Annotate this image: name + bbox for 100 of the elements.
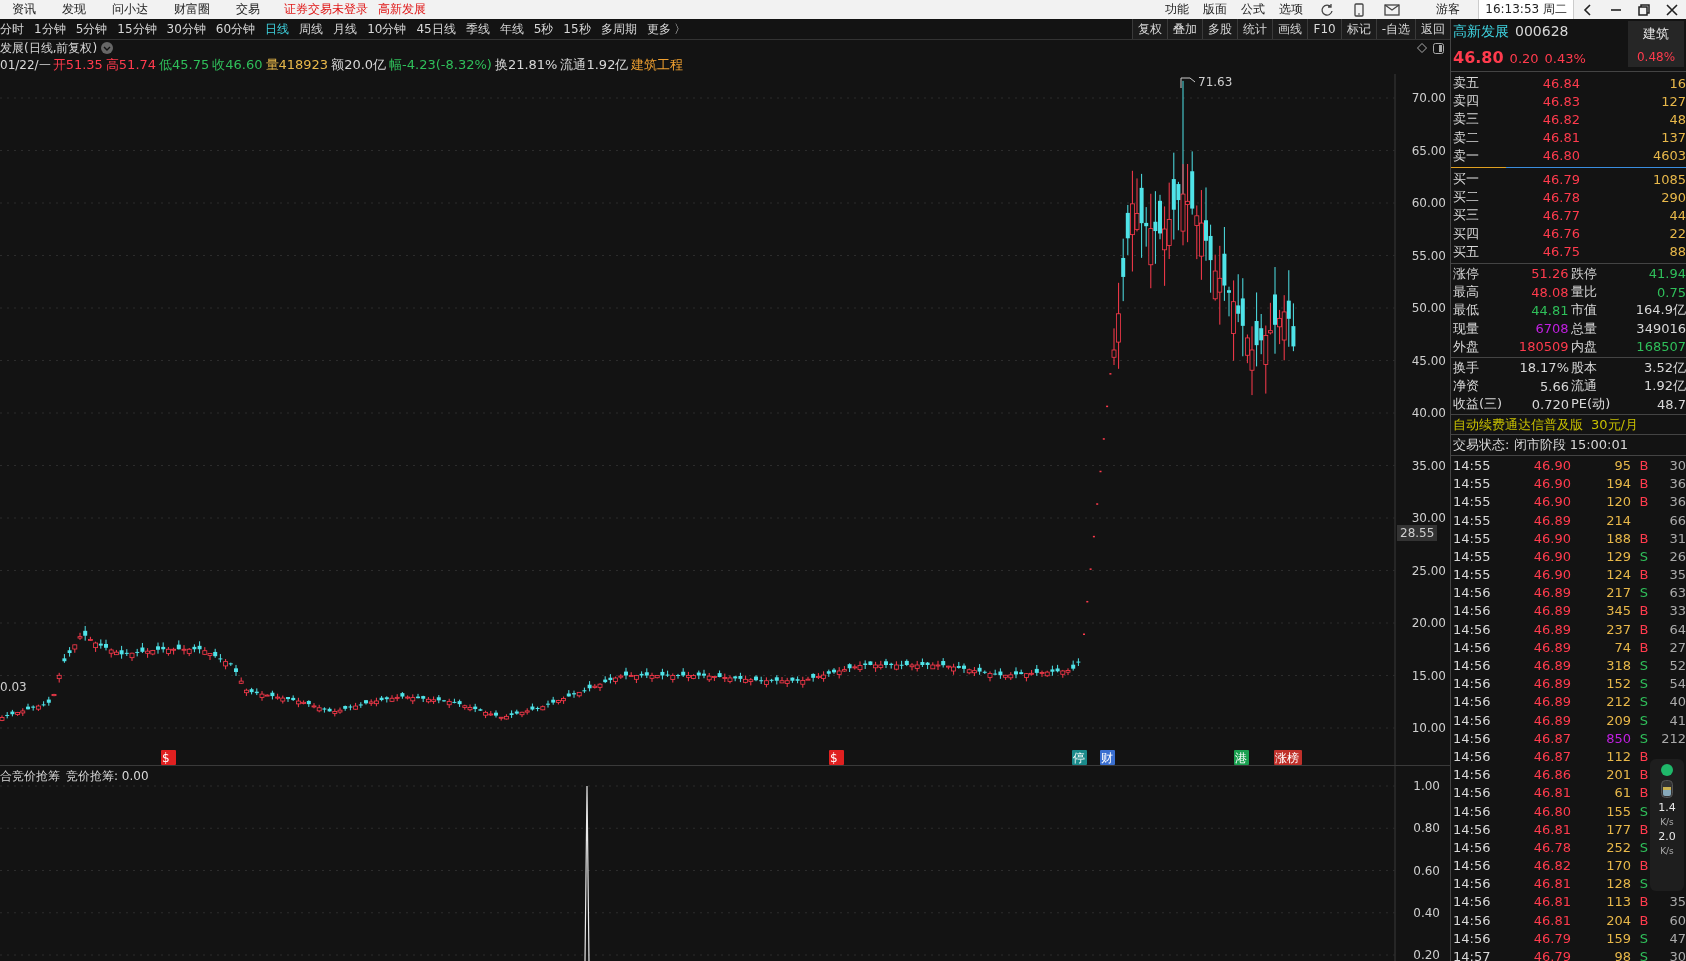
- period-tab[interactable]: 15分钟: [117, 20, 157, 38]
- menu-item[interactable]: 财富圈: [174, 1, 210, 18]
- menu-item[interactable]: 功能: [1165, 1, 1190, 18]
- period-tab[interactable]: 5分钟: [75, 20, 108, 38]
- stat-label: 总量: [1569, 319, 1597, 338]
- diamond-icon[interactable]: [1417, 43, 1427, 53]
- period-tab[interactable]: 分时: [0, 20, 24, 38]
- trade-time: 14:56: [1452, 912, 1492, 928]
- menu-item[interactable]: 发现: [62, 1, 86, 18]
- back-icon[interactable]: [1582, 2, 1594, 17]
- order-level: 买五: [1452, 242, 1480, 261]
- menu-item[interactable]: 交易: [236, 1, 260, 18]
- event-marker[interactable]: $: [829, 750, 844, 765]
- stat-value: 48.08: [1530, 284, 1569, 300]
- toolbar-button[interactable]: 复权: [1132, 19, 1168, 39]
- trade-side: S: [1638, 712, 1650, 728]
- trade-price: 46.90: [1532, 567, 1571, 583]
- toolbar-button[interactable]: 返回: [1415, 19, 1450, 39]
- trade-price: 46.81: [1532, 894, 1571, 910]
- period-tab[interactable]: 周线: [299, 20, 324, 38]
- trade-price: 46.80: [1532, 803, 1571, 819]
- close-icon[interactable]: [1666, 2, 1678, 17]
- trade-time: 14:56: [1452, 930, 1492, 946]
- trade-side: B: [1638, 912, 1650, 928]
- order-level: 买四: [1452, 224, 1480, 243]
- trade-volume: 850: [1605, 730, 1631, 746]
- user-name[interactable]: 游客: [1436, 1, 1461, 18]
- trade-side: S: [1638, 803, 1650, 819]
- trade-time: 14:56: [1452, 621, 1492, 637]
- mail-icon[interactable]: [1384, 3, 1401, 16]
- menu-item[interactable]: 资讯: [12, 1, 36, 18]
- axis-label: 1.00: [1413, 779, 1440, 793]
- event-marker[interactable]: $: [161, 750, 176, 765]
- sector-card[interactable]: 建筑 0.48%: [1628, 21, 1684, 67]
- period-tab[interactable]: 年线: [499, 20, 524, 38]
- stat-value: 164.9亿: [1634, 301, 1686, 320]
- trade-side: B: [1638, 494, 1650, 510]
- panel-toggle-icon[interactable]: [1433, 42, 1444, 54]
- stock-link[interactable]: 高新发展: [378, 1, 426, 18]
- trade-count: 30: [1668, 457, 1686, 473]
- period-tab[interactable]: 月线: [333, 20, 358, 38]
- refresh-icon[interactable]: [1320, 2, 1335, 17]
- trade-price: 46.90: [1532, 476, 1571, 492]
- toolbar-button[interactable]: 多股: [1202, 19, 1238, 39]
- axis-label: 70.00: [1411, 91, 1446, 105]
- order-price: 46.76: [1541, 226, 1580, 242]
- restore-icon[interactable]: [1638, 2, 1650, 17]
- trade-volume: 177: [1605, 821, 1631, 837]
- menu-item[interactable]: 选项: [1279, 1, 1304, 18]
- menu-item[interactable]: 版面: [1203, 1, 1228, 18]
- toolbar-button[interactable]: 标记: [1340, 19, 1376, 39]
- event-marker[interactable]: 涨榜: [1274, 750, 1302, 765]
- promo-price[interactable]: 30元/月: [1591, 415, 1638, 434]
- trade-price: 46.90: [1532, 494, 1571, 510]
- stat-value: 180509: [1517, 339, 1569, 355]
- order-volume: 16: [1668, 75, 1686, 91]
- toolbar-button[interactable]: F10: [1307, 19, 1341, 39]
- promo-link[interactable]: 自动续费通达信普及版: [1453, 415, 1583, 434]
- trade-price: 46.89: [1532, 621, 1571, 637]
- stat-value: 48.7: [1656, 396, 1686, 412]
- dropdown-icon[interactable]: [101, 42, 114, 54]
- stock-name: 高新发展: [1453, 22, 1509, 41]
- stat-label: PE(动): [1570, 395, 1611, 414]
- toolbar-button[interactable]: 统计: [1237, 19, 1273, 39]
- period-tab[interactable]: 多周期: [600, 20, 637, 38]
- trade-side: B: [1638, 476, 1650, 492]
- period-tab[interactable]: 季线: [465, 20, 490, 38]
- order-price: 46.83: [1541, 93, 1580, 109]
- order-level: 买二: [1452, 188, 1480, 207]
- toolbar-button[interactable]: 画线: [1272, 19, 1308, 39]
- order-level: 卖五: [1452, 74, 1480, 93]
- trade-price: 46.79: [1532, 930, 1571, 946]
- period-tab[interactable]: 30分钟: [166, 20, 206, 38]
- trade-count: 36: [1668, 494, 1686, 510]
- toolbar-button[interactable]: -自选: [1375, 19, 1415, 39]
- trade-volume: 128: [1605, 876, 1631, 892]
- trade-price: 46.82: [1532, 858, 1571, 874]
- period-tab[interactable]: 更多 〉: [646, 20, 687, 38]
- period-tab[interactable]: 日线: [265, 20, 290, 38]
- trade-volume: 252: [1605, 839, 1631, 855]
- phone-icon[interactable]: [1354, 2, 1365, 17]
- period-tab[interactable]: 10分钟: [367, 20, 407, 38]
- menu-item[interactable]: 公式: [1241, 1, 1266, 18]
- menu-item[interactable]: 问小达: [112, 1, 148, 18]
- period-tab[interactable]: 15秒: [563, 20, 591, 38]
- period-tab[interactable]: 5秒: [533, 20, 554, 38]
- period-tab[interactable]: 1分钟: [34, 20, 66, 38]
- axis-label: 20.00: [1411, 616, 1446, 630]
- order-price: 46.77: [1541, 207, 1580, 223]
- login-notice[interactable]: 证券交易未登录: [284, 1, 368, 18]
- quote-value: 流通1.92亿: [560, 56, 629, 74]
- event-marker[interactable]: 财: [1100, 750, 1115, 765]
- period-tab[interactable]: 45日线: [416, 20, 456, 38]
- toolbar-button[interactable]: 叠加: [1167, 19, 1203, 39]
- event-marker[interactable]: 停: [1072, 750, 1087, 765]
- stock-code: 000628: [1515, 22, 1569, 39]
- axis-label: 60.00: [1411, 196, 1446, 210]
- network-widget[interactable]: 1.4 K/s 2.0 K/s: [1650, 759, 1684, 891]
- period-tab[interactable]: 60分钟: [215, 20, 256, 38]
- trade-time: 14:55: [1452, 548, 1492, 564]
